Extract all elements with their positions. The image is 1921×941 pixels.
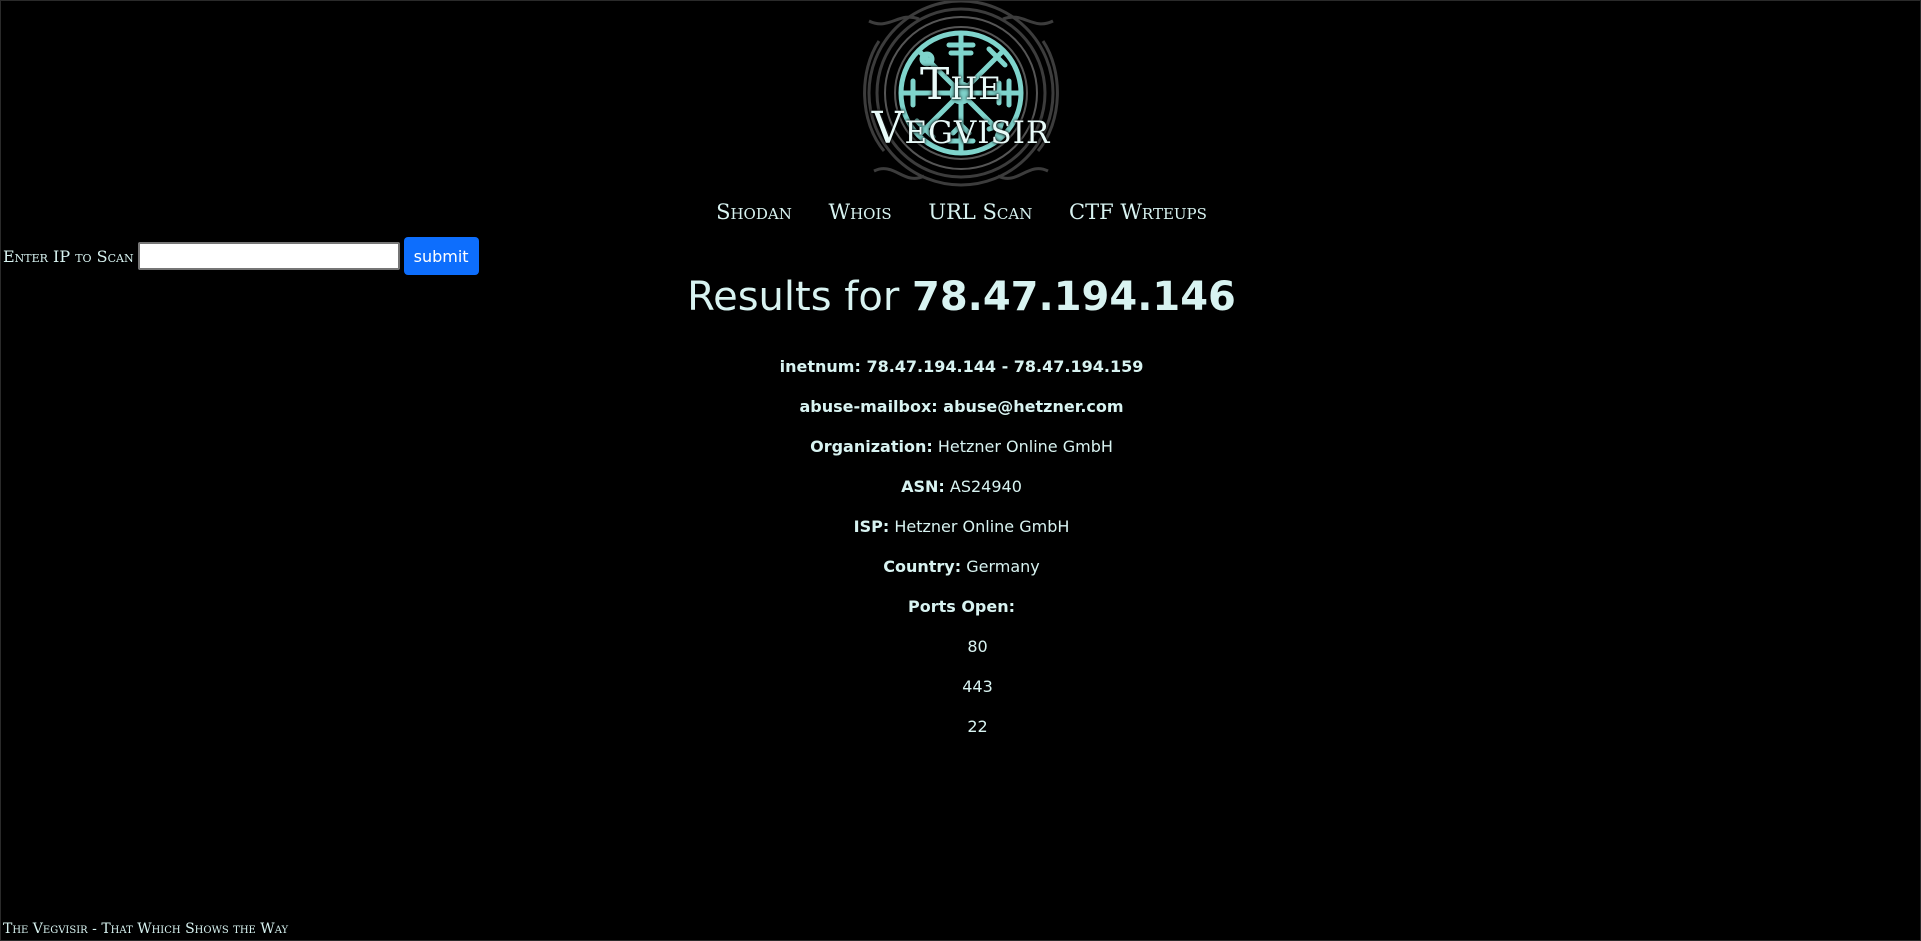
port-item: 22: [967, 717, 988, 736]
country-row: Country: Germany: [1, 557, 1921, 576]
country-label: Country:: [883, 557, 962, 576]
port-item: 443: [962, 677, 993, 696]
asn-value: AS24940: [949, 477, 1022, 496]
isp-value: Hetzner Online GmbH: [894, 517, 1070, 536]
inetnum-text: inetnum: 78.47.194.144 - 78.47.194.159: [779, 357, 1144, 376]
abuse-mailbox-text: abuse-mailbox: abuse@hetzner.com: [799, 397, 1124, 416]
isp-label: ISP:: [853, 517, 890, 536]
ip-input[interactable]: [137, 242, 400, 270]
organization-label: Organization:: [810, 437, 933, 456]
organization-row: Organization: Hetzner Online GmbH: [1, 437, 1921, 456]
asn-row: ASN: AS24940: [1, 477, 1921, 496]
ip-scan-label: Enter IP to Scan: [3, 246, 134, 266]
organization-value: Hetzner Online GmbH: [937, 437, 1113, 456]
results-title-prefix: Results for: [687, 274, 912, 320]
asn-label: ASN:: [901, 477, 945, 496]
site-title: The Vegvisir: [871, 59, 1051, 154]
ports-open-row: Ports Open:: [1, 597, 1921, 616]
ports-open-label: Ports Open:: [907, 597, 1016, 616]
submit-button[interactable]: submit: [403, 237, 479, 275]
ip-scan-form: Enter IP to Scan submit: [3, 237, 479, 275]
nav-link-whois[interactable]: Whois: [829, 200, 892, 224]
nav-link-shodan[interactable]: Shodan: [716, 200, 792, 224]
port-item: 80: [967, 637, 988, 656]
nav-link-ctf-writeups[interactable]: CTF Wrteups: [1069, 200, 1207, 224]
main-nav: Shodan Whois URL Scan CTF Wrteups: [1, 200, 1921, 224]
results-title: Results for 78.47.194.146: [1, 273, 1921, 321]
country-value: Germany: [966, 557, 1040, 576]
isp-row: ISP: Hetzner Online GmbH: [1, 517, 1921, 536]
site-logo: The Vegvisir: [849, 1, 1073, 193]
footer-tagline: The Vegvisir - That Which Shows the Way: [3, 921, 289, 937]
abuse-mailbox-row: abuse-mailbox: abuse@hetzner.com: [1, 397, 1921, 416]
results-ip: 78.47.194.146: [911, 274, 1236, 320]
inetnum-row: inetnum: 78.47.194.144 - 78.47.194.159: [1, 357, 1921, 376]
nav-link-url-scan[interactable]: URL Scan: [928, 200, 1032, 224]
